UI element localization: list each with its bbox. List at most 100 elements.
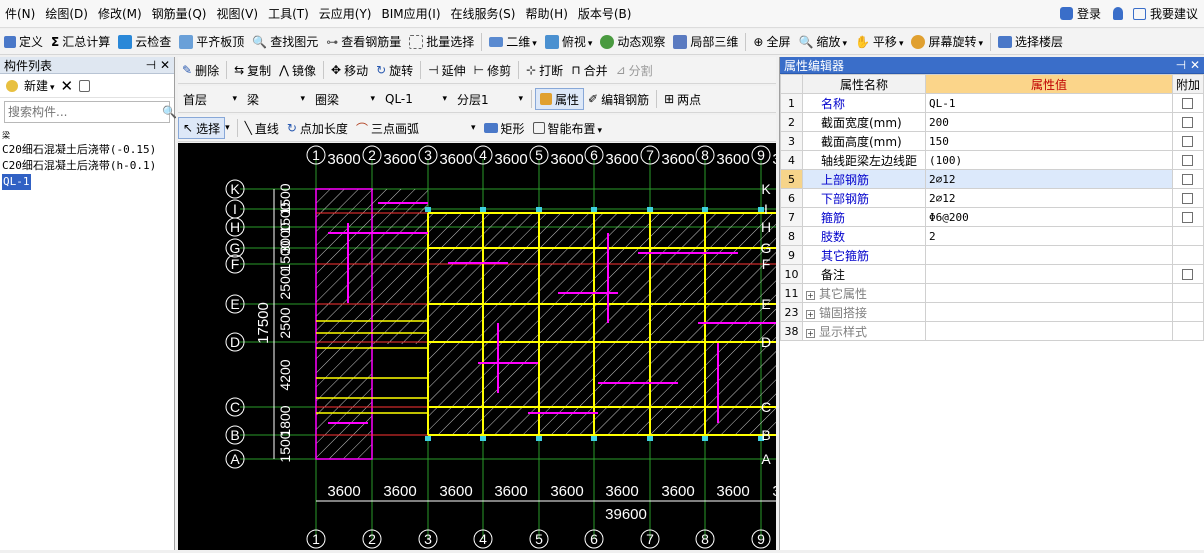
menu-bim[interactable]: BIM应用(I) — [376, 0, 445, 27]
line-button[interactable]: ╲ 直线 — [241, 117, 283, 139]
extend-button[interactable]: ⊣ 延伸 — [424, 59, 469, 81]
menu-view[interactable]: 视图(V) — [211, 0, 263, 27]
fullscreen-button[interactable]: ⊕ 全屏 — [749, 31, 794, 53]
define-button[interactable]: 定义 — [0, 31, 47, 53]
view-rebar-button[interactable]: ⊶ 查看钢筋量 — [322, 31, 405, 53]
chevron-down-icon[interactable]: ▾ — [225, 123, 230, 133]
property-button[interactable]: 属性 — [535, 88, 585, 110]
find-element-button[interactable]: 🔍 查找图元 — [248, 31, 322, 53]
add-checkbox[interactable] — [1182, 136, 1194, 147]
property-row[interactable]: 6 下部钢筋 2⌀12 — [780, 188, 1204, 208]
trim-button[interactable]: ⊢ 修剪 — [470, 59, 515, 81]
layer-select[interactable]: 分层1 ▾ — [452, 89, 528, 109]
menu-version[interactable]: 版本号(B) — [573, 0, 637, 27]
point-length-button[interactable]: ↻ 点加长度 — [283, 117, 352, 139]
property-row[interactable]: 2 截面宽度(mm) 200 — [780, 112, 1204, 132]
mirror-button[interactable]: ⋀ 镜像 — [275, 59, 320, 81]
type-select[interactable]: 梁 ▾ — [242, 89, 310, 109]
pin-icon[interactable]: ⊣ — [146, 58, 156, 72]
select-button[interactable]: ↖ 选择 — [178, 117, 226, 139]
floor-select[interactable]: 首层 ▾ — [178, 89, 242, 109]
cad-drawing[interactable]: 1122334455667788993600 3600 3600 3600 3600 36… — [178, 143, 806, 550]
expand-icon[interactable]: + — [805, 309, 815, 319]
tree-root[interactable]: 梁 — [2, 130, 172, 142]
rectangle-button[interactable]: 矩形 — [480, 117, 529, 139]
two-point-button[interactable]: ⊞ 两点 — [660, 88, 705, 110]
property-row[interactable]: 7 箍筋 Φ6@200 — [780, 207, 1204, 227]
property-value[interactable]: Φ6@200 — [924, 207, 1173, 227]
add-checkbox[interactable] — [1182, 155, 1194, 166]
property-value[interactable]: 2⌀12 — [924, 188, 1173, 208]
subtype-select[interactable]: 圈梁 ▾ — [310, 89, 380, 109]
property-value[interactable] — [924, 245, 1173, 265]
property-value[interactable]: 2 — [924, 226, 1173, 246]
add-checkbox[interactable] — [1182, 193, 1194, 204]
menu-cloud[interactable]: 云应用(Y) — [314, 0, 377, 27]
property-row[interactable]: 10 备注 — [780, 264, 1204, 284]
cloud-check-button[interactable]: 云检查 — [114, 31, 175, 53]
copy-button[interactable]: ⇆ 复制 — [230, 59, 275, 81]
chevron-down-icon[interactable]: ▾ — [471, 123, 476, 133]
bell-icon[interactable] — [1112, 7, 1123, 20]
rotate-button[interactable]: ↻ 旋转 — [372, 59, 417, 81]
property-value[interactable] — [924, 264, 1173, 284]
split-button[interactable]: ⊿ 分割 — [612, 59, 657, 81]
menu-tools[interactable]: 工具(T) — [263, 0, 314, 27]
property-row[interactable]: 8 肢数 2 — [780, 226, 1204, 246]
suggest-link[interactable]: 我要建议 — [1150, 5, 1198, 22]
edit-rebar-button[interactable]: ✐ 编辑钢筋 — [584, 88, 653, 110]
dynamic-view-button[interactable]: 动态观察 — [596, 31, 669, 53]
expand-icon[interactable]: + — [805, 328, 815, 338]
screen-rotate-dropdown[interactable]: 屏幕旋转 — [907, 31, 987, 53]
tree-item[interactable]: C20细石混凝土后浇带(-0.15) — [2, 142, 172, 158]
property-value[interactable]: 2⌀12 — [924, 169, 1173, 189]
zoom-dropdown[interactable]: 🔍 缩放 — [794, 31, 851, 53]
property-row[interactable]: 3 截面高度(mm) 150 — [780, 131, 1204, 151]
tree-item[interactable]: C20细石混凝土后浇带(h-0.1) — [2, 158, 172, 174]
summary-calc-button[interactable]: Σ 汇总计算 — [47, 31, 114, 53]
copy-icon[interactable] — [79, 79, 91, 92]
menu-help[interactable]: 帮助(H) — [520, 0, 572, 27]
tree-item-selected[interactable]: QL-1 — [2, 174, 31, 190]
component-select[interactable]: QL-1 ▾ — [380, 89, 452, 109]
local-3d-button[interactable]: 局部三维 — [669, 31, 742, 53]
add-checkbox[interactable] — [1182, 174, 1194, 185]
add-checkbox[interactable] — [1182, 269, 1194, 280]
property-group-row[interactable]: 38 + 显示样式 — [780, 321, 1204, 341]
property-value[interactable]: QL-1 — [924, 93, 1173, 113]
menu-draw[interactable]: 绘图(D) — [40, 0, 93, 27]
pin-icon[interactable]: ⊣ — [1176, 58, 1186, 72]
select-floor-button[interactable]: 选择楼层 — [994, 31, 1067, 53]
property-row[interactable]: 9 其它箍筋 — [780, 245, 1204, 265]
drawing-canvas[interactable]: 1 1 2 2 3 3 4 4 5 5 6 6 7 7 8 8 9 9 3600 3600 3600 3600 3600 36… — [178, 143, 806, 550]
new-component-button[interactable]: 新建 — [24, 77, 55, 94]
menu-online[interactable]: 在线服务(S) — [446, 0, 521, 27]
property-group-row[interactable]: 23 + 锚固搭接 — [780, 302, 1204, 322]
add-checkbox[interactable] — [1182, 212, 1194, 223]
move-button[interactable]: ✥ 移动 — [327, 59, 372, 81]
three-point-arc-button[interactable]: ⌒ 三点画弧 — [352, 117, 423, 139]
property-row[interactable]: 4 轴线距梁左边线距 (100) — [780, 150, 1204, 170]
expand-icon[interactable]: + — [805, 290, 815, 300]
close-icon[interactable]: ✕ — [1190, 58, 1200, 72]
break-button[interactable]: ⊹ 打断 — [522, 59, 567, 81]
align-slab-top-button[interactable]: 平齐板顶 — [175, 31, 248, 53]
pan-dropdown[interactable]: ✋ 平移 — [851, 31, 908, 53]
add-checkbox[interactable] — [1182, 98, 1194, 109]
smart-layout-dropdown[interactable]: 智能布置 — [529, 117, 607, 139]
close-icon[interactable]: ✕ — [160, 58, 170, 72]
delete-icon[interactable]: ✕ — [61, 77, 74, 95]
menu-modify[interactable]: 修改(M) — [93, 0, 147, 27]
menu-file[interactable]: 件(N) — [0, 0, 40, 27]
merge-button[interactable]: ⊓ 合并 — [567, 59, 611, 81]
batch-select-button[interactable]: 批量选择 — [405, 31, 478, 53]
property-value[interactable]: 150 — [924, 131, 1173, 151]
top-view-dropdown[interactable]: 俯视 — [541, 31, 597, 53]
menu-rebar-quantity[interactable]: 钢筋量(Q) — [147, 0, 212, 27]
property-group-row[interactable]: 11 + 其它属性 — [780, 283, 1204, 303]
property-value[interactable]: (100) — [924, 150, 1173, 170]
delete-button[interactable]: ✎ 删除 — [178, 59, 223, 81]
property-row[interactable]: 1 名称 QL-1 — [780, 93, 1204, 113]
add-checkbox[interactable] — [1182, 117, 1194, 128]
property-row-selected[interactable]: 5 上部钢筋 2⌀12 — [780, 169, 1204, 189]
